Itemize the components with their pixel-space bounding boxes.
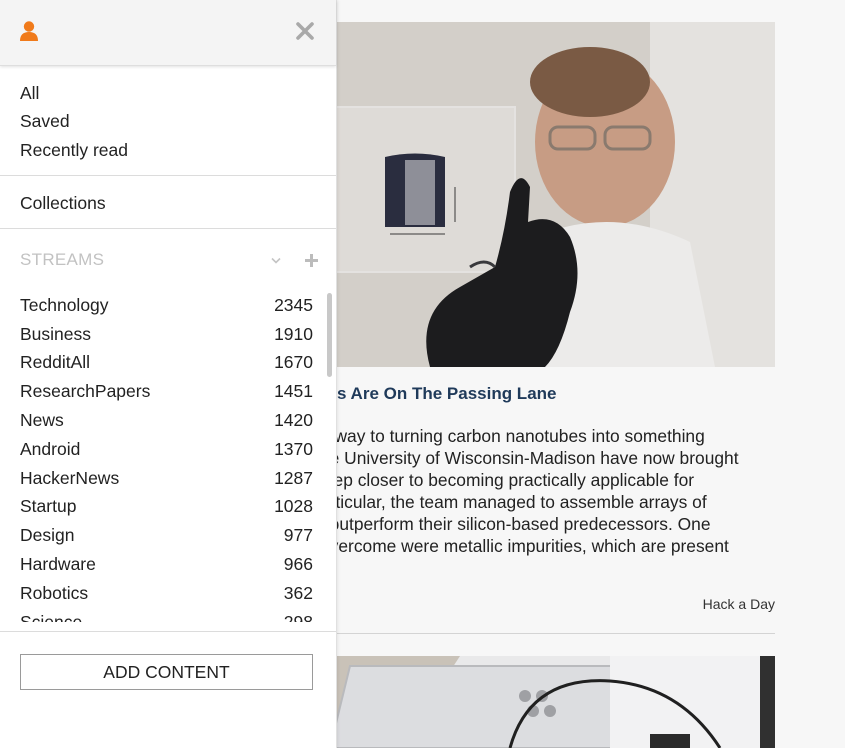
add-stream-icon[interactable] [303,252,320,269]
side-drawer: All Saved Recently read Collections STRE… [0,0,337,748]
article-hero-image[interactable] [320,22,775,367]
article-title[interactable]: ors Are On The Passing Lane [320,384,775,404]
stream-item-robotics[interactable]: Robotics 362 [20,580,313,608]
stream-item-news[interactable]: News 1420 [20,407,313,435]
stream-count: 1370 [274,439,313,459]
stream-count: 298 [283,612,313,622]
stream-name: HackerNews [20,468,120,488]
stream-item-startup[interactable]: Startup 1028 [20,493,313,521]
stream-name: Technology [20,295,109,315]
chevron-down-icon[interactable] [268,252,284,268]
stream-item-business[interactable]: Business 1910 [20,321,313,349]
stream-count: 362 [283,583,313,603]
stream-name: Business [20,324,92,344]
stream-count: 1451 [274,381,313,401]
stream-list: Technology 2345 Business 1910 RedditAll … [0,292,325,622]
stream-count: 977 [283,525,313,545]
article-body-line: articular, the team managed to assemble … [320,492,707,512]
add-content-button[interactable]: ADD CONTENT [20,654,313,690]
article-body: e way to turning carbon nanotubes into s… [320,425,775,557]
stream-name: ResearchPapers [20,381,151,401]
next-article-image[interactable] [320,656,775,748]
stream-count: 1287 [274,468,313,488]
divider [0,228,336,229]
stream-item-researchpapers[interactable]: ResearchPapers 1451 [20,378,313,406]
stream-name: Startup [20,496,77,516]
stream-item-design[interactable]: Design 977 [20,522,313,550]
streams-header: STREAMS [20,250,105,269]
stream-name: Android [20,439,81,459]
article-source[interactable]: Hack a Day [690,596,775,612]
stream-count: 2345 [274,295,313,315]
stream-count: 1670 [274,352,313,372]
user-icon[interactable] [18,20,40,42]
article-body-line: step closer to becoming practically appl… [320,470,695,490]
stream-item-android[interactable]: Android 1370 [20,436,313,464]
nav-collections[interactable]: Collections [20,193,106,214]
article-body-line: he University of Wisconsin-Madison have … [320,448,739,468]
nav-all[interactable]: All [20,83,39,104]
stream-name: Science [20,612,83,622]
nav-recently-read[interactable]: Recently read [20,140,128,161]
stream-name: Robotics [20,583,89,603]
stream-item-science[interactable]: Science 298 [20,609,313,622]
stream-name: Design [20,525,75,545]
nav-saved[interactable]: Saved [20,111,70,132]
stream-name: News [20,410,64,430]
stream-count: 966 [283,554,313,574]
divider [0,631,336,632]
stream-count: 1910 [274,324,313,344]
stream-item-technology[interactable]: Technology 2345 [20,292,313,320]
stream-list-scrollbar[interactable] [327,293,332,377]
article-body-line: overcome were metallic impurities, which… [320,536,729,556]
stream-count: 1420 [274,410,313,430]
stream-name: RedditAll [20,352,91,372]
close-icon[interactable] [294,20,316,42]
stream-count: 1028 [274,496,313,516]
article-divider [320,633,775,634]
stream-item-redditall[interactable]: RedditAll 1670 [20,349,313,377]
article-body-line: e way to turning carbon nanotubes into s… [320,426,705,446]
article-body-line: t outperform their silicon-based predece… [320,514,711,534]
stream-item-hackernews[interactable]: HackerNews 1287 [20,465,313,493]
stream-name: Hardware [20,554,96,574]
stream-item-hardware[interactable]: Hardware 966 [20,551,313,579]
divider [0,175,336,176]
drawer-header [0,0,336,66]
